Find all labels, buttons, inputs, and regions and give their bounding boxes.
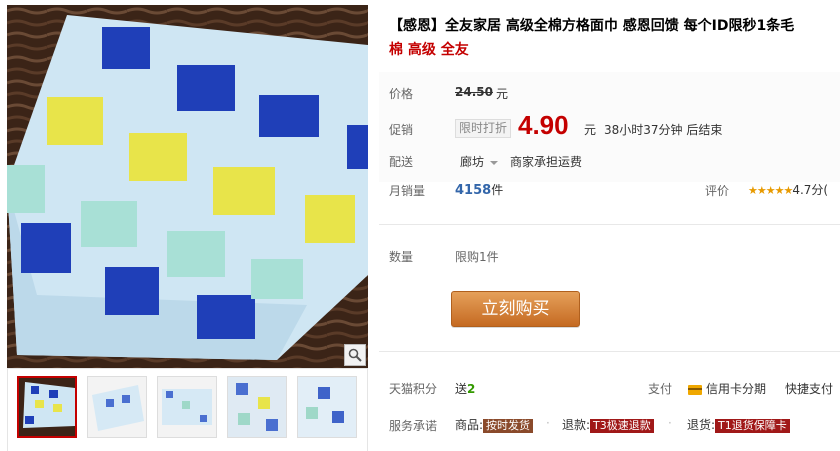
- rating-label: 评价: [705, 184, 730, 198]
- thumbnail-image: [88, 377, 146, 437]
- thumbnail-5[interactable]: [297, 376, 357, 438]
- zoom-button[interactable]: [344, 344, 366, 366]
- divider: [379, 224, 840, 225]
- shipping-location-select[interactable]: 廊坊: [460, 153, 499, 170]
- title-line-2: 棉 高级 全友: [389, 42, 469, 58]
- product-title: 【感恩】全友家居 高级全棉方格面巾 感恩回馈 每个ID限秒1条毛 棉 高级 全友: [389, 14, 834, 62]
- shipping-label: 配送: [389, 155, 414, 169]
- points-value: 送2: [455, 380, 475, 397]
- payment-label: 支付: [648, 382, 673, 396]
- service-goods[interactable]: 商品: 按时发货: [455, 416, 534, 433]
- service-refund-badge: T3极速退款: [590, 419, 654, 433]
- points-label: 天猫积分: [389, 382, 438, 396]
- thumbnail-image: [158, 377, 216, 437]
- rating-score: 4.7分(: [792, 183, 829, 197]
- shipping-note: 商家承担运费: [510, 155, 583, 169]
- star-icon: ★★★★★: [748, 184, 793, 197]
- service-return[interactable]: 退货: T1退货保障卡: [687, 416, 790, 433]
- rating[interactable]: ★★★★★4.7分(: [748, 181, 828, 198]
- service-goods-badge: 按时发货: [483, 419, 534, 433]
- quantity-limit: 限购1件: [455, 250, 499, 264]
- sales-label: 月销量: [389, 184, 426, 198]
- service-refund-label: 退款:: [562, 418, 591, 432]
- quantity-label: 数量: [389, 250, 414, 264]
- service-label: 服务承诺: [389, 419, 438, 433]
- thumbnail-4[interactable]: [227, 376, 287, 438]
- thumbnail-1[interactable]: [17, 376, 77, 438]
- sales-count: 4158: [455, 183, 492, 198]
- separator-dot: ·: [668, 416, 672, 430]
- separator-dot: ·: [546, 416, 550, 430]
- price-label: 价格: [389, 87, 414, 101]
- sales-unit: 件: [491, 183, 504, 197]
- points-prefix: 送: [455, 382, 468, 396]
- thumbnail-image: [19, 378, 75, 436]
- dropdown-arrow-icon: [490, 160, 499, 165]
- buy-now-button[interactable]: 立刻购买: [451, 291, 580, 327]
- credit-card-icon: [688, 384, 702, 395]
- thumbnail-list: [17, 376, 357, 438]
- credit-card-installment[interactable]: 信用卡分期: [688, 380, 766, 397]
- original-price: 24.50: [455, 85, 493, 99]
- service-refund[interactable]: 退款: T3极速退款: [562, 416, 654, 433]
- divider: [379, 351, 840, 352]
- fast-pay[interactable]: 快捷支付: [785, 380, 833, 397]
- thumbnail-image: [298, 377, 356, 437]
- promo-countdown: 38小时37分钟 后结束: [604, 123, 723, 137]
- thumbnail-2[interactable]: [87, 376, 147, 438]
- promo-price: 4.90: [518, 110, 569, 140]
- monthly-sales: 4158件: [455, 181, 503, 198]
- service-goods-label: 商品:: [455, 418, 484, 432]
- promo-price-unit: 元: [584, 123, 597, 137]
- thumbnail-image: [228, 377, 286, 437]
- points-amount: 2: [467, 382, 476, 396]
- zoom-icon: [348, 348, 362, 362]
- main-product-image[interactable]: [7, 5, 368, 368]
- promo-tag: 限时打折: [455, 119, 512, 138]
- service-return-label: 退货:: [687, 418, 716, 432]
- shipping-location: 廊坊: [460, 155, 485, 169]
- thumbnail-3[interactable]: [157, 376, 217, 438]
- title-line-1: 【感恩】全友家居 高级全棉方格面巾 感恩回馈 每个ID限秒1条毛: [389, 18, 795, 34]
- original-price-unit: 元: [496, 87, 509, 101]
- product-photo: [7, 5, 368, 368]
- promo-label: 促销: [389, 123, 414, 137]
- credit-card-text: 信用卡分期: [706, 382, 767, 396]
- service-return-badge: T1退货保障卡: [715, 419, 790, 433]
